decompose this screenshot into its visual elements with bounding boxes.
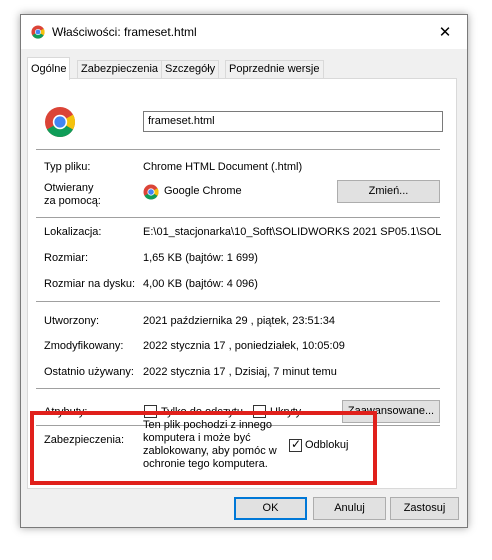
created-value: 2021 października 29 , piątek, 23:51:34 <box>143 315 336 327</box>
opens-with-label-line2: za pomocą: <box>44 195 101 207</box>
accessed-value: 2022 stycznia 17 , Dzisiaj, 7 minut temu <box>143 366 337 378</box>
chrome-icon <box>143 184 159 200</box>
size-on-disk-label: Rozmiar na dysku: <box>44 278 136 290</box>
file-type-label: Typ pliku: <box>44 161 91 173</box>
location-value: E:\01_stacjonarka\10_Soft\SOLIDWORKS 202… <box>143 226 442 238</box>
chrome-icon <box>45 107 76 138</box>
tab-general[interactable]: Ogólne <box>27 57 71 80</box>
cancel-button[interactable]: Anuluj <box>313 497 386 520</box>
size-value: 1,65 KB (bajtów: 1 699) <box>143 252 258 264</box>
accessed-label: Ostatnio używany: <box>44 366 134 378</box>
tab-details[interactable]: Szczegóły <box>161 60 220 79</box>
chrome-icon <box>31 25 45 39</box>
opens-with-value: Google Chrome <box>164 185 242 197</box>
window-title: Właściwości: frameset.html <box>52 25 197 39</box>
created-label: Utworzony: <box>44 315 100 327</box>
separator <box>36 149 440 150</box>
change-button[interactable]: Zmień... <box>337 180 440 203</box>
size-on-disk-value: 4,00 KB (bajtów: 4 096) <box>143 278 258 290</box>
close-button[interactable]: ✕ <box>423 15 467 49</box>
tab-security[interactable]: Zabezpieczenia <box>77 60 163 79</box>
apply-button[interactable]: Zastosuj <box>390 497 459 520</box>
separator <box>36 301 440 302</box>
modified-label: Zmodyfikowany: <box>44 340 124 352</box>
separator <box>36 388 440 389</box>
file-type-value: Chrome HTML Document (.html) <box>143 161 303 173</box>
ok-button[interactable]: OK <box>234 497 307 520</box>
separator <box>36 217 440 218</box>
opens-with-label-line1: Otwierany <box>44 182 94 194</box>
modified-value: 2022 stycznia 17 , poniedziałek, 10:05:0… <box>143 340 345 352</box>
close-icon: ✕ <box>438 24 452 41</box>
title-bar: Właściwości: frameset.html ✕ <box>21 15 467 49</box>
location-label: Lokalizacja: <box>44 226 102 238</box>
size-label: Rozmiar: <box>44 252 89 264</box>
file-name-input[interactable] <box>143 111 443 132</box>
highlight-annotation <box>30 411 377 485</box>
tab-previous-versions[interactable]: Poprzednie wersje <box>225 60 324 79</box>
